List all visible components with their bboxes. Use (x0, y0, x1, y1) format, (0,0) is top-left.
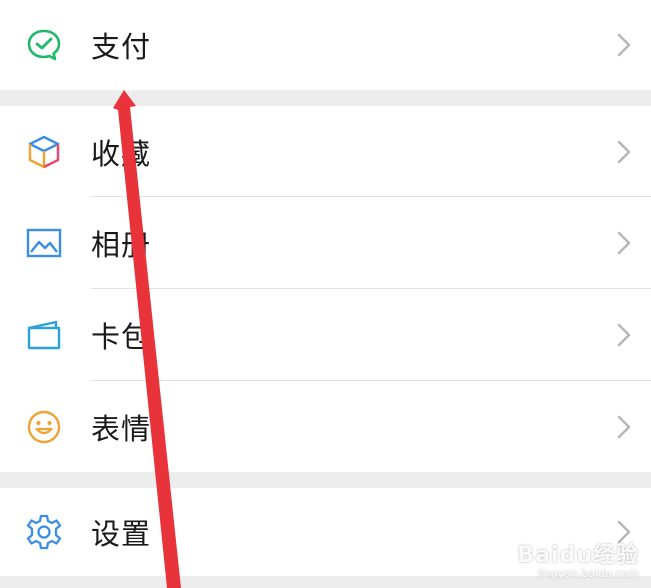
menu-item-cards-label: 卡包 (91, 320, 152, 354)
cube-icon (24, 132, 64, 172)
chevron-right-icon (617, 323, 631, 347)
settings-group: 设置 (0, 488, 651, 576)
menu-item-stickers[interactable]: 表情 (0, 381, 651, 472)
me-tab-screen: 支付 收藏 相册 卡包 表情 设置 Baidu经验 jingyan.baidu.… (0, 0, 651, 588)
chevron-right-icon (617, 231, 631, 255)
menu-item-settings-label: 设置 (91, 517, 152, 551)
pay-group: 支付 (0, 0, 651, 90)
wechat-pay-icon (24, 25, 64, 65)
menu-item-album[interactable]: 相册 (0, 197, 651, 289)
menu-item-settings[interactable]: 设置 (0, 488, 651, 576)
menu-item-favorites[interactable]: 收藏 (0, 106, 651, 197)
chevron-right-icon (617, 140, 631, 163)
smiley-icon (24, 407, 64, 447)
menu-item-pay[interactable]: 支付 (0, 0, 651, 90)
gear-icon (24, 512, 64, 552)
menu-item-pay-label: 支付 (91, 30, 152, 64)
chevron-right-icon (617, 33, 631, 57)
features-group: 收藏 相册 卡包 表情 (0, 106, 651, 472)
image-icon (24, 223, 64, 263)
menu-item-favorites-label: 收藏 (91, 136, 152, 171)
chevron-right-icon (617, 415, 631, 438)
menu-item-album-label: 相册 (91, 228, 152, 262)
menu-item-cards[interactable]: 卡包 (0, 289, 651, 381)
wallet-icon (24, 315, 64, 355)
chevron-right-icon (617, 520, 631, 544)
menu-item-stickers-label: 表情 (91, 411, 152, 446)
